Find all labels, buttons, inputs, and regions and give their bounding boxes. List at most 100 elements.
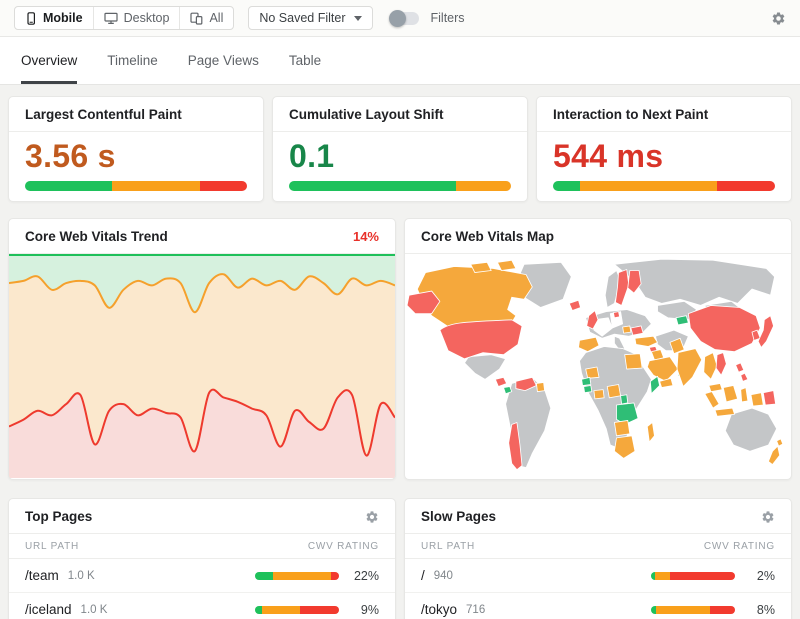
map-region-guinea[interactable] — [584, 386, 592, 393]
cwv-map-card: Core Web Vitals Map — [404, 218, 792, 480]
map-region-mauritania[interactable] — [586, 367, 599, 378]
top-pages-title: Top Pages — [25, 509, 92, 524]
charts-row: Core Web Vitals Trend 14% Core Web Vital… — [8, 218, 792, 480]
map-region-canada-islands[interactable] — [471, 262, 492, 272]
device-tab-label: Mobile — [43, 11, 83, 25]
map-chart-area[interactable] — [405, 254, 791, 479]
map-region-papua-new-guinea[interactable] — [763, 391, 775, 405]
page-path[interactable]: /tokyo — [421, 602, 457, 617]
map-region-indonesia-borneo[interactable] — [723, 386, 737, 402]
map-region-cameroon[interactable] — [621, 395, 628, 404]
map-region-japan[interactable] — [758, 316, 773, 348]
device-tab-mobile[interactable]: Mobile — [15, 7, 94, 29]
device-tab-all[interactable]: All — [180, 7, 233, 29]
map-region-southern-africa[interactable] — [614, 436, 635, 459]
main-tabbar: Overview Timeline Page Views Table — [0, 37, 800, 85]
top-pages-column-headers: URL PATH CWV RATING — [9, 534, 395, 559]
slow-pages-settings-button[interactable] — [761, 510, 775, 524]
toggle-knob — [389, 10, 406, 27]
page-path[interactable]: /team — [25, 568, 59, 583]
needs-improvement-segment — [656, 606, 710, 614]
lcp-rating-bar — [25, 181, 247, 191]
needs-improvement-segment — [456, 181, 512, 191]
tab-timeline[interactable]: Timeline — [107, 37, 158, 84]
tab-page-views[interactable]: Page Views — [188, 37, 259, 84]
tab-table[interactable]: Table — [289, 37, 321, 84]
good-segment — [255, 606, 262, 614]
map-region-vietnam[interactable] — [716, 353, 726, 376]
map-region-ghana[interactable] — [594, 390, 604, 399]
cwv-rating-bar — [255, 606, 339, 614]
top-pages-settings-button[interactable] — [365, 510, 379, 524]
world-choropleth-map[interactable] — [405, 254, 791, 478]
map-region-saudi-arabia[interactable] — [647, 357, 678, 382]
trend-card-title: Core Web Vitals Trend — [25, 229, 168, 244]
map-region-egypt[interactable] — [625, 354, 642, 369]
map-region-china[interactable] — [688, 305, 760, 351]
column-url-path: URL PATH — [25, 541, 79, 552]
map-region-west-papua[interactable] — [751, 393, 763, 406]
map-region-guyana[interactable] — [536, 382, 544, 391]
map-region-myanmar[interactable] — [704, 353, 717, 380]
map-region-new-zealand-north[interactable] — [777, 439, 783, 446]
inp-rating-bar — [553, 181, 775, 191]
map-region-finland[interactable] — [628, 271, 641, 294]
table-row[interactable]: /tokyo 716 8% — [405, 592, 791, 619]
map-region-mexico[interactable] — [465, 355, 506, 380]
trend-chart-area[interactable] — [9, 254, 395, 479]
table-row[interactable]: /team 1.0 K 22% — [9, 559, 395, 592]
table-row[interactable]: / 940 2% — [405, 559, 791, 592]
device-tab-desktop[interactable]: Desktop — [94, 7, 181, 29]
good-segment — [289, 181, 456, 191]
map-region-somalia[interactable] — [650, 376, 659, 393]
page-path[interactable]: /iceland — [25, 602, 72, 617]
map-region-hungary[interactable] — [623, 326, 631, 333]
device-tab-label: Desktop — [124, 11, 170, 25]
map-region-new-zealand[interactable] — [768, 446, 779, 464]
metrics-row: Largest Contentful Paint 3.56 s Cumulati… — [8, 96, 792, 202]
map-region-uzbekistan[interactable] — [676, 316, 688, 325]
map-region-usa[interactable] — [440, 320, 522, 359]
page-path[interactable]: / — [421, 568, 425, 583]
trend-area-chart[interactable] — [9, 254, 395, 478]
map-region-philippines[interactable] — [741, 373, 748, 381]
map-region-philippines[interactable] — [736, 363, 744, 372]
map-region-canada-islands[interactable] — [497, 260, 515, 270]
slow-pages-title: Slow Pages — [421, 509, 496, 524]
map-region-madagascar[interactable] — [647, 422, 654, 442]
map-region-indonesia-sumatra[interactable] — [705, 392, 719, 408]
cwv-good-percentage: 2% — [735, 569, 775, 583]
page-view-count: 940 — [434, 570, 453, 582]
inp-value: 544 ms — [553, 138, 775, 176]
device-tab-label: All — [209, 11, 223, 25]
map-region-denmark[interactable] — [613, 312, 619, 318]
map-region-romania[interactable] — [631, 326, 643, 335]
table-row[interactable]: /iceland 1.0 K 9% — [9, 592, 395, 619]
poor-segment — [200, 181, 247, 191]
map-card-title: Core Web Vitals Map — [421, 229, 554, 244]
map-region-india[interactable] — [677, 349, 702, 387]
map-region-guatemala[interactable] — [495, 377, 506, 386]
saved-filter-dropdown[interactable]: No Saved Filter — [248, 6, 372, 30]
poor-segment — [710, 606, 735, 614]
gear-icon — [365, 510, 379, 524]
filters-toggle-group: Filters — [391, 11, 465, 25]
map-region-malaysia[interactable] — [709, 383, 722, 391]
needs-improvement-segment — [112, 181, 201, 191]
top-pages-card: Top Pages URL PATH CWV RATING /team 1.0 … — [8, 498, 396, 619]
map-region-angola[interactable] — [614, 420, 629, 435]
trend-good-percentage-badge: 14% — [353, 229, 379, 244]
inp-card: Interaction to Next Paint 544 ms — [536, 96, 792, 202]
top-toolbar: Mobile Desktop All No Saved Filter Filte… — [0, 0, 800, 37]
filters-toggle[interactable] — [391, 12, 419, 25]
map-region-turkey[interactable] — [635, 336, 658, 346]
filters-toggle-label: Filters — [431, 11, 465, 25]
map-region-indonesia-sulawesi[interactable] — [741, 388, 748, 402]
map-region-iceland[interactable] — [569, 300, 580, 310]
good-segment — [553, 181, 580, 191]
tab-overview[interactable]: Overview — [21, 37, 77, 84]
map-region-nigeria[interactable] — [607, 384, 620, 397]
settings-button[interactable] — [771, 11, 786, 26]
poor-segment — [717, 181, 775, 191]
poor-segment — [670, 572, 735, 580]
